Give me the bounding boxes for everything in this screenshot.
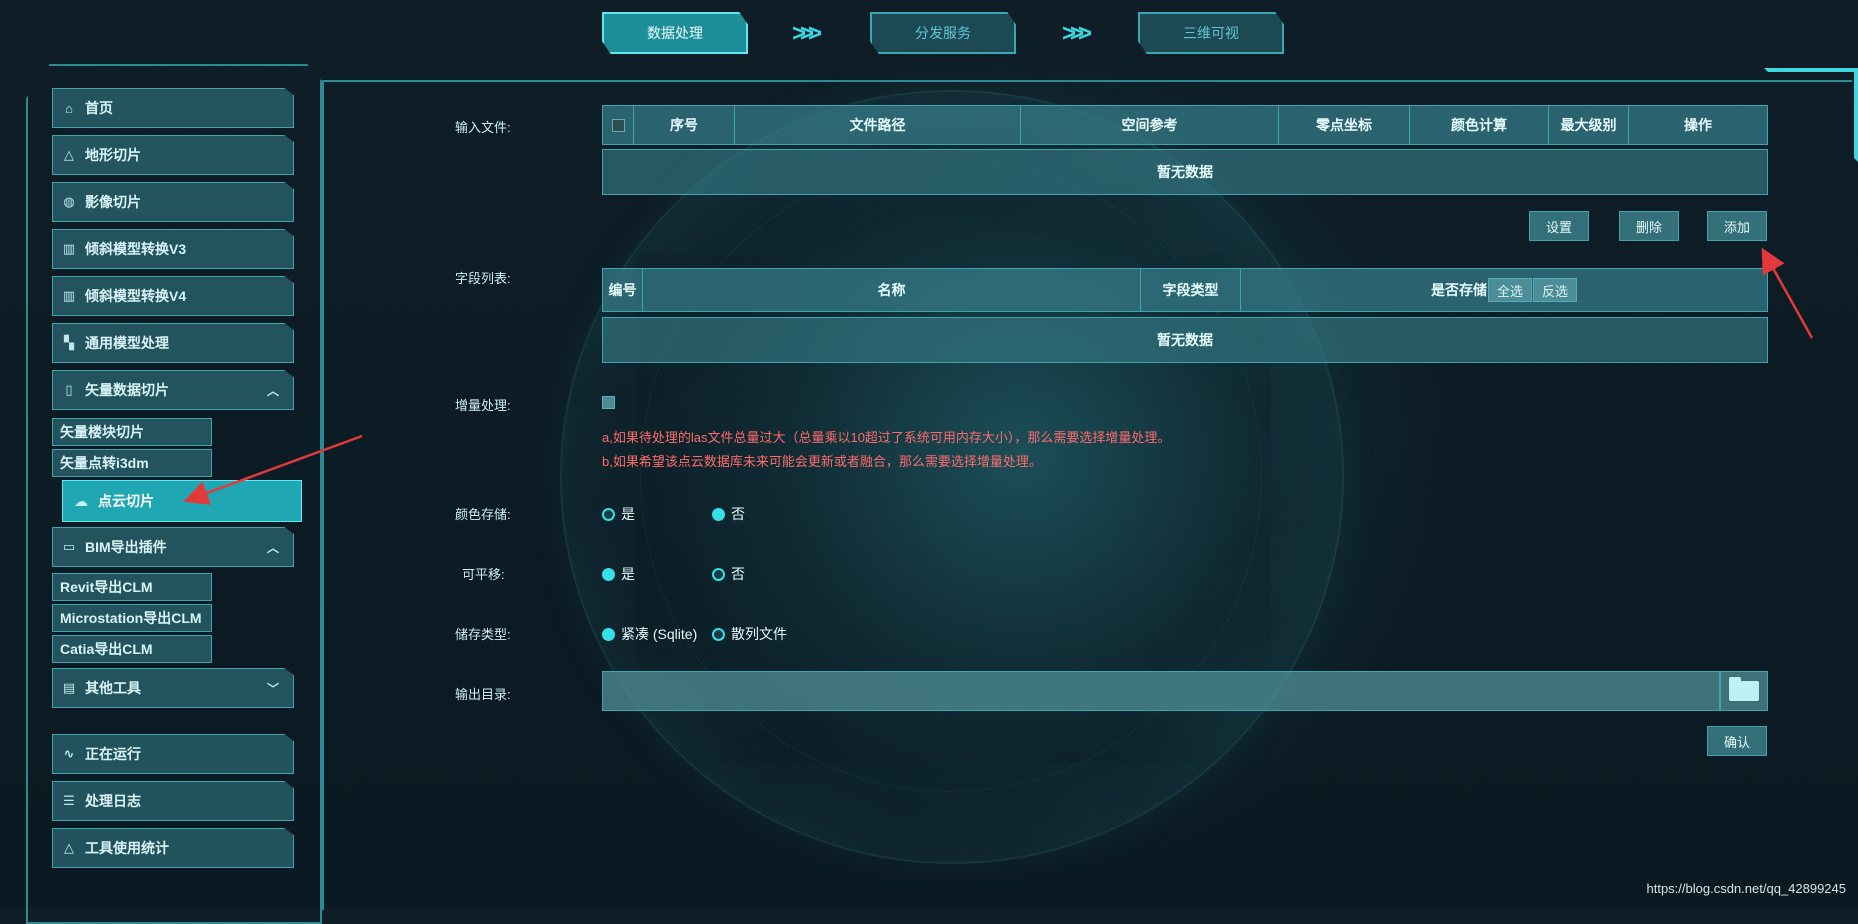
- watermark: https://blog.csdn.net/qq_42899245: [1646, 881, 1847, 896]
- annotation-arrows: [183, 247, 1814, 505]
- arrow-to-point-cloud: [183, 434, 363, 505]
- arrow-to-add-button: [1761, 247, 1814, 339]
